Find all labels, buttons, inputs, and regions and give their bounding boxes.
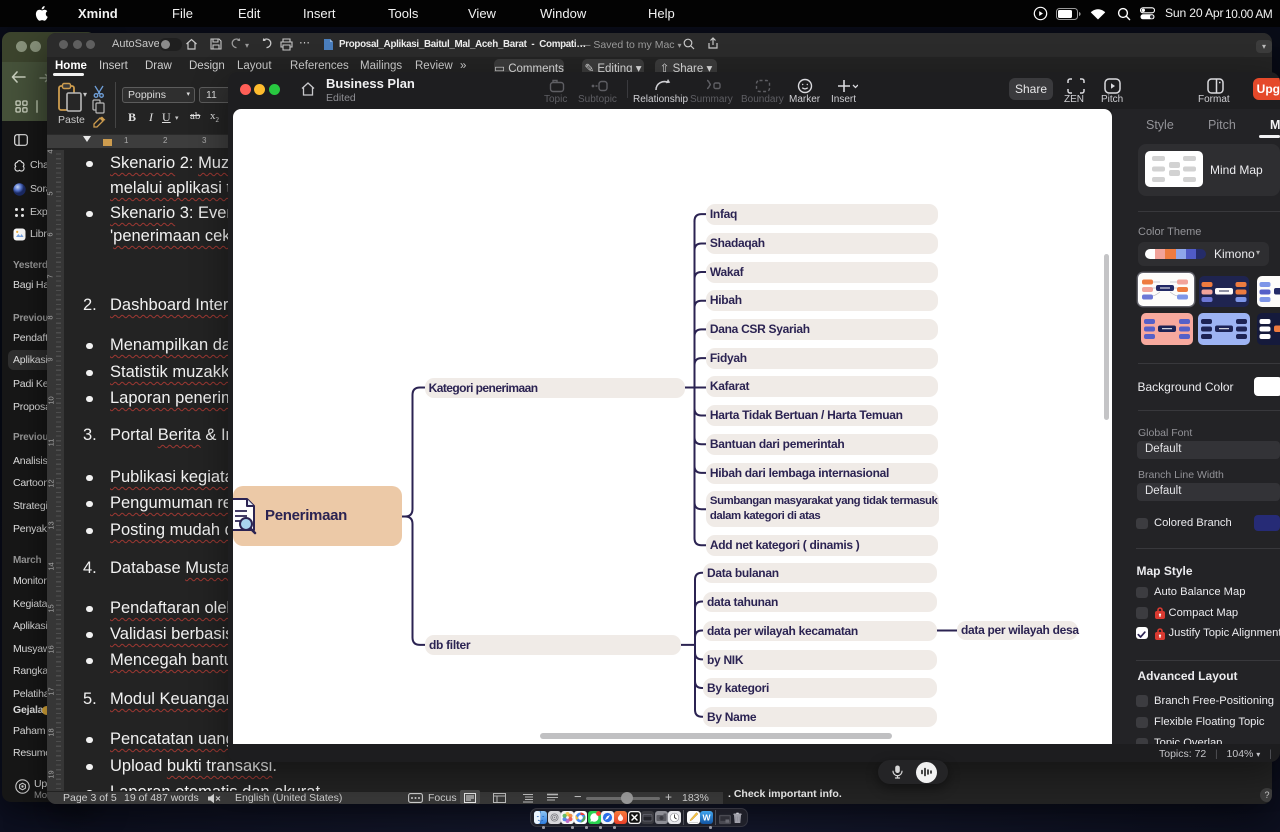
- svg-text:W: W: [703, 813, 712, 823]
